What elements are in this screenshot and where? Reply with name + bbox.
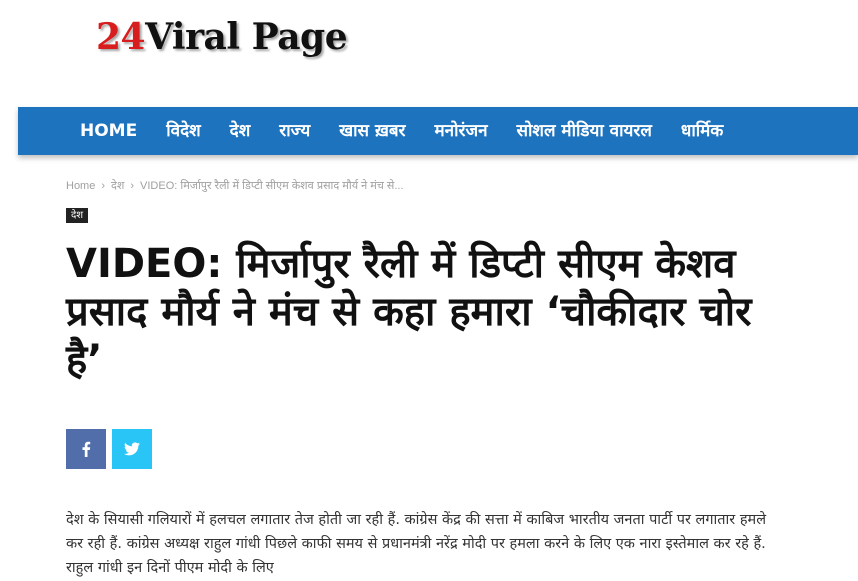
nav-item-social-media-viral[interactable]: सोशल मीडिया वायरल xyxy=(517,107,652,155)
site-logo[interactable]: 24Viral Page xyxy=(96,14,348,60)
chevron-right-icon: › xyxy=(101,180,106,192)
nav-item-videsh[interactable]: विदेश xyxy=(166,107,200,155)
breadcrumb-category-link[interactable]: देश xyxy=(111,180,124,192)
nav-item-home[interactable]: HOME xyxy=(80,107,137,155)
category-badge[interactable]: देश xyxy=(66,208,89,223)
logo-text: Viral Page xyxy=(145,16,348,58)
nav-item-manoranjan[interactable]: मनोरंजन xyxy=(435,107,488,155)
facebook-share-button[interactable] xyxy=(66,429,106,469)
twitter-share-button[interactable] xyxy=(112,429,152,469)
article-title: VIDEO: मिर्जापुर रैली में डिप्टी सीएम के… xyxy=(66,241,752,383)
main-navigation: HOME विदेश देश राज्य खास ख़बर मनोरंजन सो… xyxy=(18,107,858,155)
logo-number: 24 xyxy=(96,16,146,58)
nav-item-dharmik[interactable]: धार्मिक xyxy=(681,107,723,155)
nav-item-rajya[interactable]: राज्य xyxy=(279,107,310,155)
article-body: देश के सियासी गलियारों में हलचल लगातार त… xyxy=(66,512,767,576)
twitter-icon xyxy=(124,442,140,456)
breadcrumb: Home › देश › VIDEO: मिर्जापुर रैली में डिप्ट… xyxy=(66,178,404,193)
facebook-icon xyxy=(82,441,91,457)
breadcrumb-home-link[interactable]: Home xyxy=(66,180,95,192)
nav-item-khas-khabar[interactable]: खास ख़बर xyxy=(339,107,405,155)
chevron-right-icon: › xyxy=(130,180,135,192)
nav-item-desh[interactable]: देश xyxy=(230,107,251,155)
breadcrumb-current: VIDEO: मिर्जापुर रैली में डिप्टी सीएम के… xyxy=(140,180,404,192)
